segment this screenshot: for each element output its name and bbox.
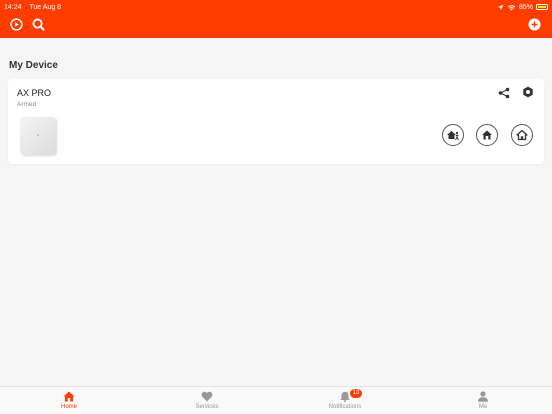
person-icon <box>478 391 488 402</box>
top-bar: 14:24 Tue Aug 8 85% <box>0 0 552 38</box>
tab-home-label: Home <box>60 404 77 410</box>
disarm-button[interactable] <box>511 124 533 146</box>
battery-percent: 85% <box>518 3 533 11</box>
tab-me-label: Me <box>478 404 488 410</box>
tab-me[interactable]: Me <box>443 391 523 410</box>
status-time: 14:24 <box>4 3 22 11</box>
away-arm-icon <box>447 131 459 141</box>
stay-arm-icon <box>482 130 492 140</box>
tab-bar: Home Services 13 Notifications Me <box>0 386 552 414</box>
add-icon[interactable] <box>528 18 541 31</box>
battery-icon <box>536 4 548 10</box>
status-date: Tue Aug 8 <box>29 3 62 11</box>
device-card[interactable]: AX PRO Armed <box>8 79 544 164</box>
tab-services[interactable]: Services <box>167 391 247 410</box>
search-icon[interactable] <box>32 18 45 31</box>
away-arm-button[interactable] <box>442 124 464 146</box>
device-status: Armed <box>17 101 37 108</box>
tab-notifications-label: Notifications <box>328 404 362 410</box>
status-bar: 14:24 Tue Aug 8 85% <box>4 2 548 12</box>
device-name: AX PRO <box>17 88 52 98</box>
tab-home[interactable]: Home <box>29 391 109 410</box>
tab-services-label: Services <box>195 404 219 410</box>
home-icon <box>63 391 75 402</box>
share-icon[interactable] <box>498 87 510 99</box>
disarm-icon <box>516 129 528 141</box>
device-image <box>20 117 56 155</box>
section-title: My Device <box>9 60 58 71</box>
notification-badge: 13 <box>350 389 362 398</box>
play-circle-icon[interactable] <box>10 18 23 31</box>
settings-icon[interactable] <box>522 86 534 98</box>
location-arrow-icon <box>497 4 504 10</box>
wifi-icon <box>507 4 516 10</box>
stay-arm-button[interactable] <box>476 124 498 146</box>
heart-icon <box>201 391 213 402</box>
tab-notifications[interactable]: 13 Notifications <box>305 389 385 410</box>
